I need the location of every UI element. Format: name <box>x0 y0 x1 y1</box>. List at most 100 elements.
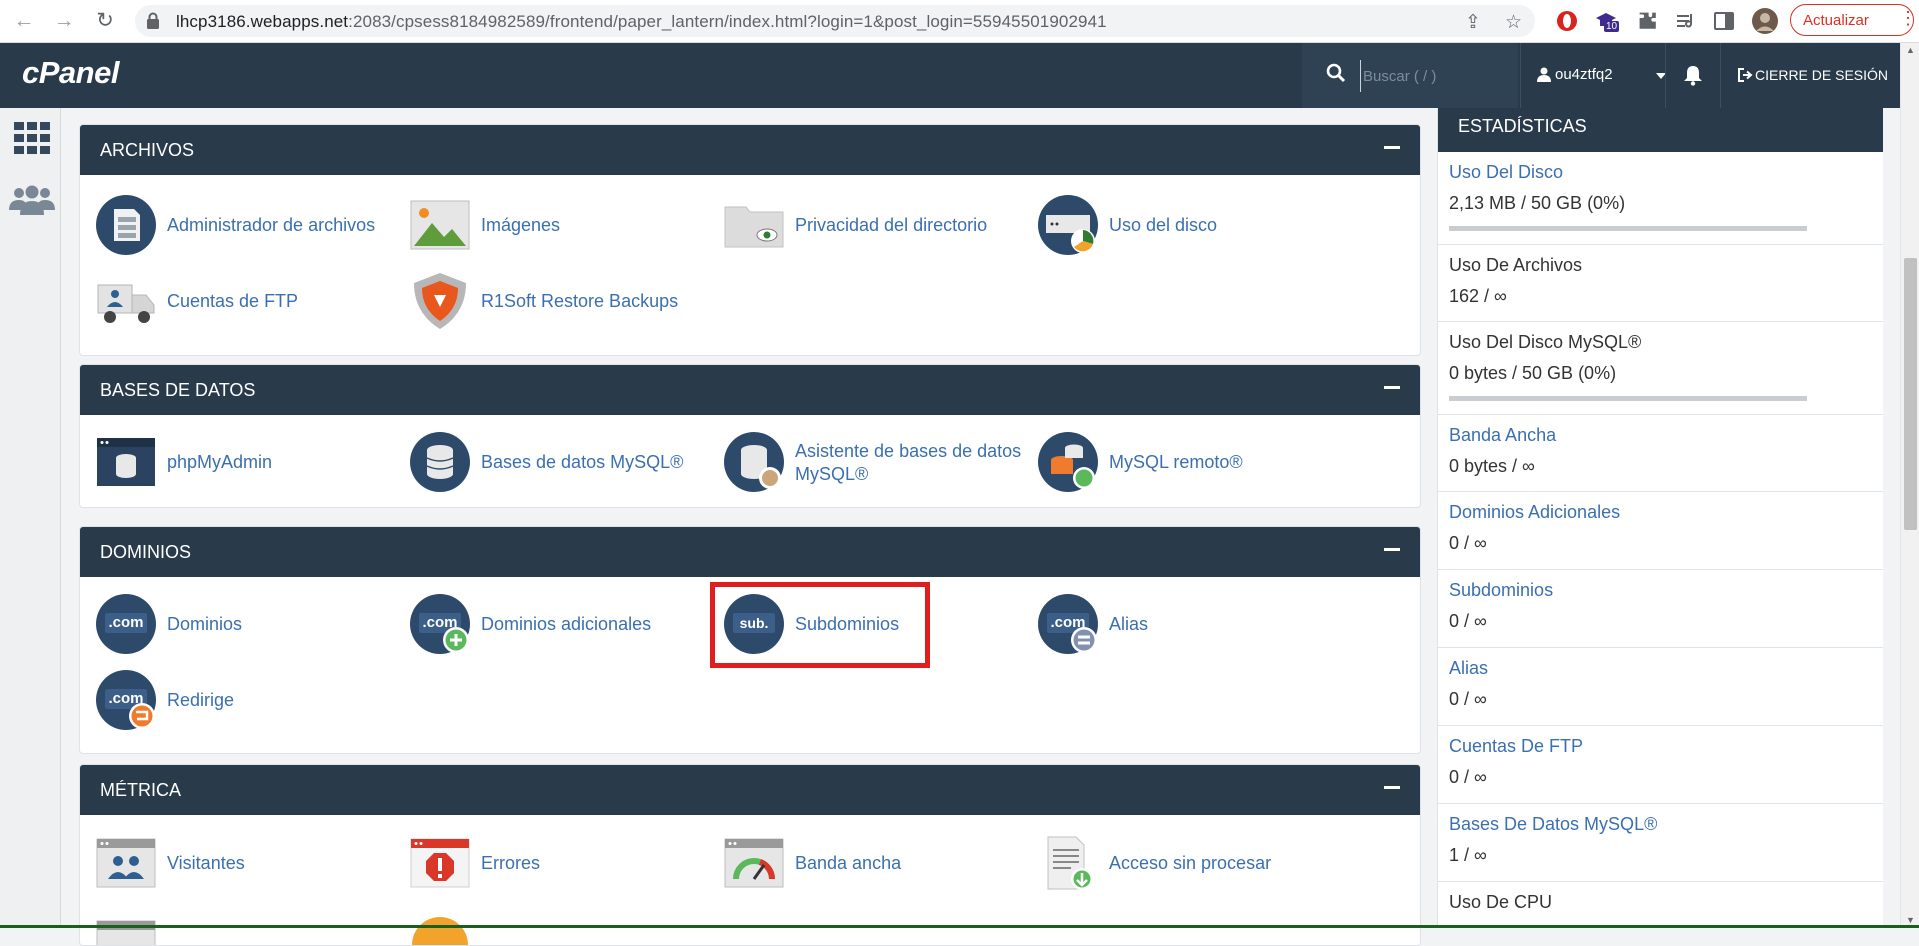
item-bandwidth[interactable]: Banda ancha <box>724 833 1034 893</box>
logout-button[interactable]: CIERRE DE SESIÓN <box>1720 43 1901 108</box>
stat-row: Uso De CPU <box>1438 882 1883 928</box>
item-remote-mysql[interactable]: MySQL remoto® <box>1038 432 1348 492</box>
errors-icon <box>410 838 470 888</box>
item-raw-access[interactable]: Acceso sin procesar <box>1038 833 1348 893</box>
scroll-up-icon[interactable]: ▲ <box>1906 45 1915 55</box>
section-header[interactable]: BASES DE DATOS <box>80 365 1420 415</box>
database-wizard-icon <box>724 432 784 492</box>
lock-icon <box>147 12 159 29</box>
item-mysql-databases[interactable]: Bases de datos MySQL® <box>410 432 720 492</box>
user-menu[interactable]: ou4ztfq2 <box>1520 43 1685 108</box>
back-icon[interactable]: ← <box>12 9 36 33</box>
stat-value: 162 / ∞ <box>1449 286 1507 306</box>
item-mysql-wizard[interactable]: Asistente de bases de datos MySQL® <box>724 432 1034 492</box>
section-header[interactable]: MÉTRICA <box>80 765 1420 815</box>
profile-avatar[interactable] <box>1751 7 1779 35</box>
section-header[interactable]: DOMINIOS <box>80 527 1420 577</box>
gauge-icon <box>724 838 784 888</box>
item-images[interactable]: Imágenes <box>410 195 720 255</box>
item-phpmyadmin[interactable]: phpMyAdmin <box>96 432 406 492</box>
users-icon[interactable] <box>9 184 55 216</box>
reload-icon[interactable]: ↻ <box>93 9 117 33</box>
stat-label[interactable]: Subdominios <box>1449 580 1553 601</box>
logout-label: CIERRE DE SESIÓN <box>1755 67 1889 83</box>
side-panel-icon[interactable] <box>1712 9 1736 33</box>
puzzle-icon[interactable] <box>1636 9 1660 33</box>
section-archivos: ARCHIVOS Administrador de archivos Imáge… <box>79 124 1421 356</box>
item-r1soft[interactable]: R1Soft Restore Backups <box>410 271 720 331</box>
scroll-down-icon[interactable]: ▼ <box>1906 915 1915 925</box>
stat-label[interactable]: Dominios Adicionales <box>1449 502 1620 523</box>
item-visitors[interactable]: Visitantes <box>96 833 406 893</box>
item-label: Visitantes <box>167 853 245 873</box>
collapse-icon[interactable] <box>1384 146 1400 149</box>
item-errors[interactable]: Errores <box>410 833 720 893</box>
stat-label[interactable]: Cuentas De FTP <box>1449 736 1583 757</box>
dotcom-alias-icon: .com <box>1038 594 1098 654</box>
forward-icon[interactable]: → <box>52 9 76 33</box>
stat-value: 2,13 MB / 50 GB (0%) <box>1449 193 1626 213</box>
section-databases: BASES DE DATOS phpMyAdmin Bases de datos… <box>79 364 1421 508</box>
item-ftp-accounts[interactable]: Cuentas de FTP <box>96 271 406 331</box>
cpanel-header: cPanel ou4ztfq2 CIERRE DE SESIÓN <box>0 43 1900 108</box>
graduation-extension-icon[interactable]: 10 <box>1594 9 1620 33</box>
username: ou4ztfq2 <box>1555 66 1613 83</box>
star-icon[interactable]: ☆ <box>1505 11 1522 34</box>
remote-database-icon <box>1038 432 1098 492</box>
item-domains[interactable]: .com Dominios <box>96 594 406 654</box>
user-icon <box>1537 67 1551 82</box>
section-title: BASES DE DATOS <box>100 380 256 400</box>
item-aliases[interactable]: .com Alias <box>1038 594 1348 654</box>
search-input[interactable] <box>1360 60 1515 92</box>
dotcom-redirect-icon: .com <box>96 670 156 730</box>
section-title: ARCHIVOS <box>100 140 195 160</box>
item-label: Errores <box>481 853 541 873</box>
equals-badge-icon <box>1071 627 1097 653</box>
opera-extension-icon[interactable] <box>1555 9 1579 33</box>
menu-dots-icon: ⋮ <box>1899 8 1917 28</box>
item-partial-next-2[interactable] <box>410 915 720 945</box>
collapse-icon[interactable] <box>1384 548 1400 551</box>
browser-toolbar: ← → ↻ lhcp3186.webapps.net:2083/cpsess81… <box>0 0 1919 43</box>
reading-list-icon[interactable] <box>1674 9 1698 33</box>
item-file-manager[interactable]: Administrador de archivos <box>96 195 406 255</box>
item-partial-next[interactable] <box>96 915 406 945</box>
stat-label: Uso De CPU <box>1449 892 1553 912</box>
stat-value: 0 bytes / 50 GB (0%) <box>1449 363 1617 383</box>
cpanel-logo[interactable]: cPanel <box>22 55 119 91</box>
collapse-icon[interactable] <box>1384 786 1400 789</box>
stat-row: Subdominios 0 / ∞ <box>1438 570 1883 648</box>
notifications-button[interactable] <box>1665 43 1720 108</box>
share-icon[interactable]: ⇪ <box>1465 11 1481 34</box>
item-label: Cuentas de FTP <box>167 291 299 311</box>
stat-label[interactable]: Bases De Datos MySQL® <box>1449 814 1657 835</box>
item-addon-domains[interactable]: .com Dominios adicionales <box>410 594 720 654</box>
stat-label[interactable]: Uso Del Disco <box>1449 162 1563 183</box>
logout-icon <box>1738 68 1753 82</box>
stat-value: 0 / ∞ <box>1449 533 1487 553</box>
scroll-thumb[interactable] <box>1904 258 1917 530</box>
item-label: Asistente de bases de datos MySQL® <box>795 441 1022 484</box>
section-header[interactable]: ARCHIVOS <box>80 125 1420 175</box>
item-directory-privacy[interactable]: Privacidad del directorio <box>724 195 1034 255</box>
search-area <box>1302 43 1518 108</box>
images-icon <box>410 200 470 250</box>
collapse-icon[interactable] <box>1384 386 1400 389</box>
database-icon <box>410 432 470 492</box>
stat-label[interactable]: Alias <box>1449 658 1488 679</box>
item-redirects[interactable]: .com Redirige <box>96 670 406 730</box>
extension-badge: 10 <box>1604 21 1620 32</box>
stat-value: 1 / ∞ <box>1449 845 1487 865</box>
item-disk-usage[interactable]: Uso del disco <box>1038 195 1348 255</box>
dotcom-icon: .com <box>96 594 156 654</box>
address-bar[interactable]: lhcp3186.webapps.net:2083/cpsess81849825… <box>135 5 1535 37</box>
highlight-box <box>710 582 930 668</box>
item-label: phpMyAdmin <box>167 452 273 472</box>
stats-title: ESTADÍSTICAS <box>1458 116 1587 136</box>
update-button[interactable]: Actualizar ⋮ <box>1790 4 1917 36</box>
page-scrollbar[interactable]: ▲ ▼ <box>1900 43 1919 928</box>
stat-row: Uso De Archivos 162 / ∞ <box>1438 245 1883 322</box>
stat-label[interactable]: Banda Ancha <box>1449 425 1556 446</box>
plus-badge-icon <box>443 627 469 653</box>
apps-grid-icon[interactable] <box>14 122 50 154</box>
